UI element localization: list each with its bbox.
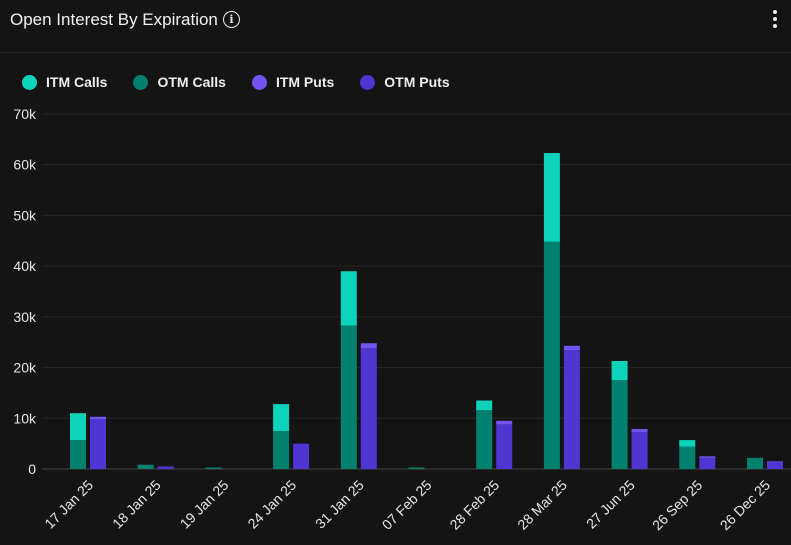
x-tick-label: 26 Sep 25 xyxy=(649,477,706,534)
y-tick-label: 0 xyxy=(28,461,36,477)
otm-calls-bar xyxy=(679,446,696,469)
otm-puts-bar xyxy=(157,466,174,469)
otm-calls-bar xyxy=(408,467,425,469)
x-tick-label: 24 Jan 25 xyxy=(244,477,299,532)
otm-calls-bar xyxy=(476,410,493,469)
x-tick-label: 28 Mar 25 xyxy=(514,477,570,533)
itm-calls-bar xyxy=(679,440,696,447)
itm-calls-bar xyxy=(476,400,493,411)
itm-calls-bar xyxy=(70,413,86,441)
itm-puts-bar xyxy=(496,420,513,425)
y-tick-label: 60k xyxy=(13,157,37,173)
itm-puts-bar xyxy=(767,461,783,463)
otm-puts-bar xyxy=(293,443,310,469)
x-tick-label: 07 Feb 25 xyxy=(379,477,435,533)
x-tick-label: 19 Jan 25 xyxy=(177,477,232,532)
itm-calls-bar xyxy=(611,360,628,381)
y-tick-label: 30k xyxy=(13,309,37,325)
otm-puts-bar xyxy=(90,419,106,469)
otm-puts-bar xyxy=(360,348,377,469)
otm-puts-bar xyxy=(699,457,716,469)
y-tick-label: 10k xyxy=(13,410,37,426)
otm-puts-bar xyxy=(496,424,513,469)
itm-puts-bar xyxy=(90,416,106,420)
otm-calls-bar xyxy=(543,241,560,469)
otm-calls-bar xyxy=(273,430,290,469)
itm-puts-bar xyxy=(563,345,580,351)
x-tick-label: 28 Feb 25 xyxy=(446,477,502,533)
y-tick-label: 70k xyxy=(13,106,37,122)
itm-puts-bar xyxy=(699,456,716,458)
otm-calls-bar xyxy=(747,457,763,469)
otm-puts-bar xyxy=(563,350,580,469)
x-tick-label: 26 Dec 25 xyxy=(717,477,774,534)
otm-calls-bar xyxy=(137,464,154,469)
x-tick-label: 31 Jan 25 xyxy=(312,477,367,532)
bar-chart: 0 10k 20k 30k 40k 50k 60k 70k 17 Jan 25 18 Jan 25… xyxy=(13,106,791,534)
itm-puts-bar xyxy=(631,428,648,432)
itm-puts-bar xyxy=(360,343,377,349)
x-tick-label: 18 Jan 25 xyxy=(109,477,164,532)
otm-calls-bar xyxy=(340,325,357,469)
otm-puts-bar xyxy=(767,462,783,469)
y-tick-label: 40k xyxy=(13,258,37,274)
itm-calls-bar xyxy=(340,271,357,326)
x-tick-label: 17 Jan 25 xyxy=(41,477,96,532)
y-tick-label: 50k xyxy=(13,207,37,223)
itm-calls-bar xyxy=(543,153,560,242)
x-tick-label: 27 Jun 25 xyxy=(583,477,638,532)
otm-calls-bar xyxy=(205,467,222,469)
otm-puts-bar xyxy=(631,431,648,469)
y-tick-label: 20k xyxy=(13,360,37,376)
otm-calls-bar xyxy=(611,380,628,469)
otm-calls-bar xyxy=(70,440,86,469)
itm-calls-bar xyxy=(273,404,290,431)
